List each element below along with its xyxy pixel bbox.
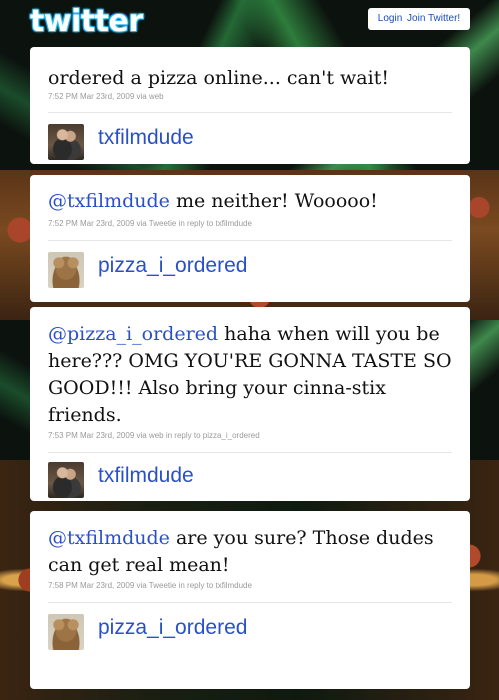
tweet-text: @pizza_i_ordered haha when will you be h…	[48, 321, 456, 429]
avatar[interactable]	[48, 462, 84, 498]
divider	[48, 602, 452, 603]
tweet-meta: 7:58 PM Mar 23rd, 2009 via Tweetie in re…	[48, 581, 252, 590]
avatar[interactable]	[48, 124, 84, 160]
divider	[48, 112, 452, 113]
join-twitter-link[interactable]: Join Twitter!	[407, 13, 460, 24]
author-name[interactable]: txfilmdude	[98, 126, 194, 150]
tweet-meta: 7:52 PM Mar 23rd, 2009 via Tweetie in re…	[48, 219, 252, 228]
author-name[interactable]: pizza_i_ordered	[98, 616, 247, 640]
avatar[interactable]	[48, 614, 84, 650]
tweet-body: me neither! Wooooo!	[169, 190, 378, 212]
tweet-card: @txfilmdude are you sure? Those dudes ca…	[30, 511, 470, 689]
auth-box: Login Join Twitter!	[368, 8, 470, 30]
divider	[48, 452, 452, 453]
tweet-text: ordered a pizza online... can't wait!	[48, 66, 456, 91]
twitter-logo[interactable]: twitter	[30, 4, 143, 39]
tweet-text: @txfilmdude are you sure? Those dudes ca…	[48, 525, 456, 579]
tweet-mention[interactable]: @txfilmdude	[48, 190, 170, 212]
author-name[interactable]: pizza_i_ordered	[98, 254, 247, 278]
author-name[interactable]: txfilmdude	[98, 464, 194, 488]
tweet-text: @txfilmdude me neither! Wooooo!	[48, 189, 456, 214]
login-link[interactable]: Login	[378, 13, 402, 24]
avatar[interactable]	[48, 252, 84, 288]
tweet-card: @pizza_i_ordered haha when will you be h…	[30, 307, 470, 501]
tweet-meta: 7:52 PM Mar 23rd, 2009 via web	[48, 92, 164, 101]
tweet-body: ordered a pizza online... can't wait!	[48, 67, 389, 89]
divider	[48, 240, 452, 241]
tweet-meta: 7:53 PM Mar 23rd, 2009 via web in reply …	[48, 431, 260, 440]
tweet-mention[interactable]: @txfilmdude	[48, 527, 170, 549]
tweet-card: ordered a pizza online... can't wait! 7:…	[30, 47, 470, 164]
tweet-mention[interactable]: @pizza_i_ordered	[48, 323, 218, 345]
tweet-card: @txfilmdude me neither! Wooooo! 7:52 PM …	[30, 175, 470, 302]
